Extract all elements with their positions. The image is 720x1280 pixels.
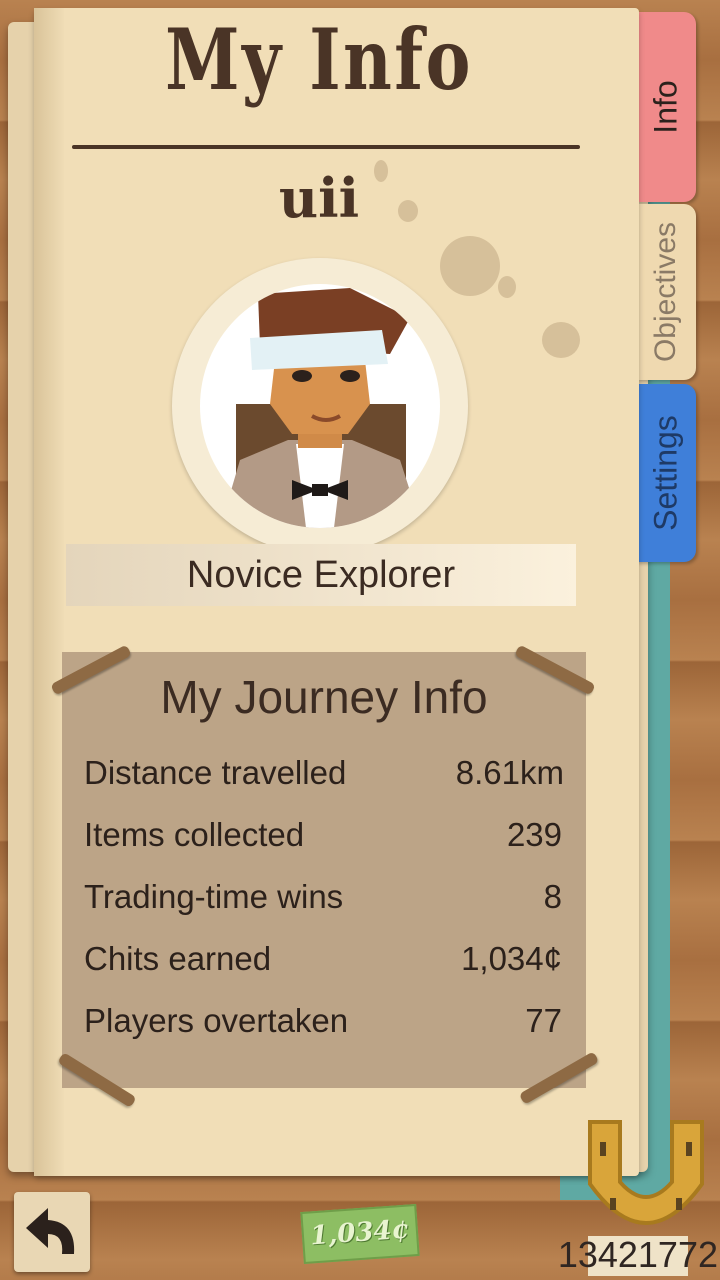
journey-info-card: My Journey Info Distance travelled 8.61k… — [62, 652, 586, 1088]
stat-label: Trading-time wins — [84, 878, 344, 915]
tab-info-label: Info — [647, 80, 684, 134]
tab-objectives-label: Objectives — [649, 221, 682, 363]
points-value: 13421772 — [557, 1234, 718, 1275]
stat-value: 239 — [506, 816, 562, 853]
title-divider — [72, 145, 580, 149]
horseshoe-icon — [588, 1120, 704, 1225]
rank-banner: Novice Explorer — [66, 544, 576, 606]
journey-title: My Journey Info — [160, 671, 488, 723]
chits-balance: 1,034¢ — [309, 1214, 411, 1252]
stat-row-distance: Distance travelled 8.61km — [84, 754, 564, 804]
stat-label: Chits earned — [84, 940, 272, 977]
stat-row-items: Items collected 239 — [84, 816, 562, 866]
tab-settings-label: Settings — [647, 415, 684, 531]
tab-info[interactable]: Info — [636, 12, 696, 202]
username: uii — [278, 166, 360, 230]
stat-row-overtaken: Players overtaken 77 — [84, 1002, 562, 1052]
stat-label: Players overtaken — [84, 1002, 349, 1039]
stat-row-chits: Chits earned 1,034¢ — [84, 940, 562, 990]
stain-decoration — [440, 236, 500, 296]
rank-label: Novice Explorer — [186, 554, 456, 596]
tab-settings[interactable]: Settings — [636, 384, 696, 562]
chits-balance-badge: 1,034¢ — [300, 1204, 420, 1264]
avatar[interactable] — [200, 284, 440, 528]
page-title: My Info — [165, 10, 473, 109]
stat-value: 1,034¢ — [461, 940, 562, 977]
points-counter: 13421772 — [548, 1232, 720, 1276]
stat-row-trading: Trading-time wins 8 — [84, 878, 562, 928]
stat-value: 8.61km — [455, 754, 564, 791]
stat-label: Items collected — [84, 816, 305, 853]
stat-label: Distance travelled — [84, 754, 347, 791]
stat-value: 8 — [543, 878, 562, 915]
tab-objectives[interactable]: Objectives — [636, 204, 696, 380]
explorer-portrait-icon — [220, 288, 422, 528]
stat-value: 77 — [525, 1002, 562, 1039]
back-button[interactable] — [14, 1192, 90, 1272]
back-arrow-icon — [26, 1208, 75, 1254]
